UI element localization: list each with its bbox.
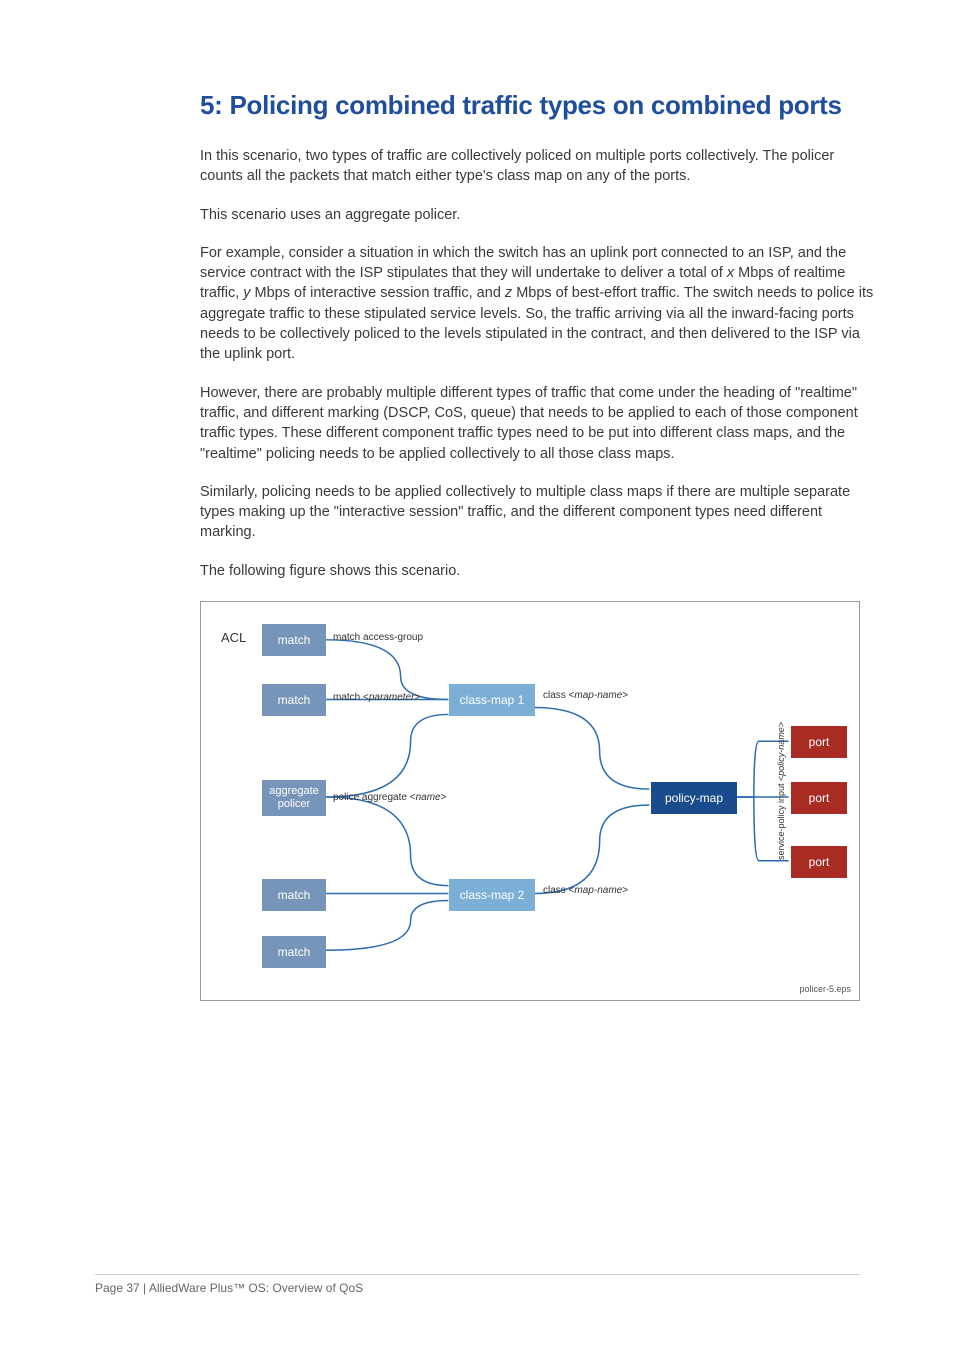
- label-class-2: class <map-name>: [543, 885, 628, 896]
- label-police-aggregate: police aggregate <name>: [333, 792, 446, 803]
- paragraph-5: Similarly, policing needs to be applied …: [200, 482, 874, 543]
- diagram-filename: policer-5.eps: [799, 984, 851, 994]
- scenario-diagram: ACL match match aggregatepolicer match m…: [200, 601, 860, 1001]
- port-box-2: port: [791, 782, 847, 814]
- match-box-2: match: [262, 684, 326, 716]
- acl-label: ACL: [221, 630, 246, 645]
- aggregate-policer-box: aggregatepolicer: [262, 780, 326, 816]
- match-box-3: match: [262, 879, 326, 911]
- paragraph-3: For example, consider a situation in whi…: [200, 243, 874, 365]
- classmap-2-box: class-map 2: [449, 879, 535, 911]
- paragraph-6: The following figure shows this scenario…: [200, 561, 874, 581]
- label-service-policy: service-policy input <policy-name>: [776, 722, 786, 860]
- label-class-1: class <map-name>: [543, 690, 628, 701]
- match-box-4: match: [262, 936, 326, 968]
- page-title: 5: Policing combined traffic types on co…: [200, 90, 874, 121]
- label-match-parameter: match <parameter>: [333, 692, 420, 703]
- port-box-1: port: [791, 726, 847, 758]
- paragraph-1: In this scenario, two types of traffic a…: [200, 146, 874, 187]
- label-match-access-group: match access-group: [333, 632, 423, 643]
- paragraph-4: However, there are probably multiple dif…: [200, 383, 874, 464]
- port-box-3: port: [791, 846, 847, 878]
- page-footer: Page 37 | AlliedWare Plus™ OS: Overview …: [95, 1274, 860, 1295]
- paragraph-2: This scenario uses an aggregate policer.: [200, 205, 874, 225]
- match-box-1: match: [262, 624, 326, 656]
- classmap-1-box: class-map 1: [449, 684, 535, 716]
- policymap-box: policy-map: [651, 782, 737, 814]
